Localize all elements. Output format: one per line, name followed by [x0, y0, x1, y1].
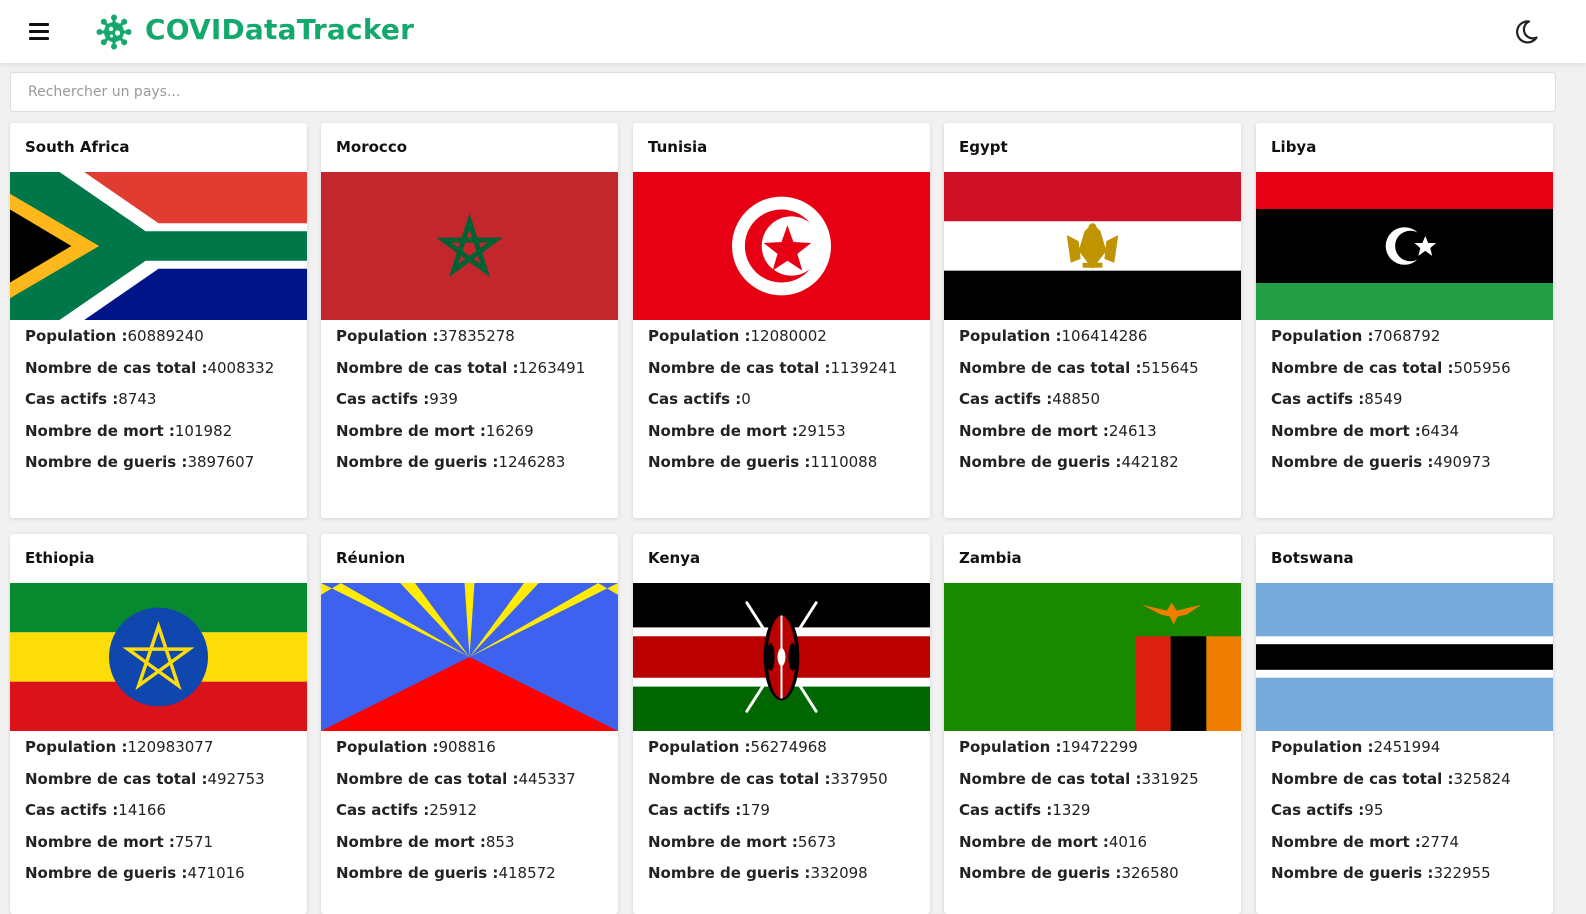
total-cases-stat: Nombre de cas total :505956 [1271, 358, 1511, 377]
deaths-stat: Nombre de mort :101982 [25, 421, 233, 440]
country-name: Egypt [959, 138, 1008, 156]
total-cases-stat: Nombre de cas total :325824 [1271, 769, 1511, 788]
country-name: South Africa [25, 138, 130, 156]
deaths-stat: Nombre de mort :29153 [648, 421, 846, 440]
total-cases-stat: Nombre de cas total :337950 [648, 769, 888, 788]
total-cases-stat: Nombre de cas total :331925 [959, 769, 1199, 788]
country-name: Morocco [336, 138, 408, 156]
recovered-stat: Nombre de gueris :326580 [959, 864, 1179, 883]
recovered-stat: Nombre de gueris :471016 [25, 864, 245, 883]
recovered-stat: Nombre de gueris :418572 [336, 864, 556, 883]
country-name: Botswana [1271, 549, 1354, 567]
country-name: Libya [1271, 138, 1317, 156]
active-cases-stat: Cas actifs :14166 [25, 801, 166, 820]
total-cases-stat: Nombre de cas total :1139241 [648, 358, 898, 377]
active-cases-stat: Cas actifs :8549 [1271, 390, 1403, 409]
recovered-stat: Nombre de gueris :442182 [959, 453, 1179, 472]
total-cases-stat: Nombre de cas total :492753 [25, 769, 265, 788]
deaths-stat: Nombre de mort :5673 [648, 832, 837, 851]
search-input[interactable] [10, 72, 1556, 112]
flag-ethiopia [10, 583, 307, 731]
population-stat: Population :106414286 [959, 327, 1148, 345]
flag-morocco [321, 172, 618, 320]
deaths-stat: Nombre de mort :7571 [25, 832, 214, 851]
deaths-stat: Nombre de mort :24613 [959, 421, 1157, 440]
flag-zambia [944, 583, 1241, 731]
population-stat: Population :60889240 [25, 327, 204, 345]
population-stat: Population :908816 [336, 738, 496, 756]
flag-reunion [321, 583, 618, 731]
flag-libya [1256, 172, 1553, 320]
flag-egypt [944, 172, 1241, 320]
flag-kenya [633, 583, 930, 731]
population-stat: Population :120983077 [25, 738, 214, 756]
recovered-stat: Nombre de gueris :1246283 [336, 453, 566, 472]
deaths-stat: Nombre de mort :6434 [1271, 421, 1460, 440]
flag-botswana [1256, 583, 1553, 731]
active-cases-stat: Cas actifs :939 [336, 390, 458, 409]
active-cases-stat: Cas actifs :179 [648, 801, 770, 820]
total-cases-stat: Nombre de cas total :515645 [959, 358, 1199, 377]
total-cases-stat: Nombre de cas total :445337 [336, 769, 576, 788]
active-cases-stat: Cas actifs :1329 [959, 801, 1091, 820]
country-card[interactable]: Botswana Population :2451994 Nombre de c… [1256, 534, 1553, 914]
active-cases-stat: Cas actifs :25912 [336, 801, 477, 820]
recovered-stat: Nombre de gueris :490973 [1271, 453, 1491, 472]
active-cases-stat: Cas actifs :0 [648, 390, 751, 409]
country-card[interactable]: Kenya Population :56274968 Nombre de cas… [633, 534, 930, 914]
population-stat: Population :7068792 [1271, 327, 1441, 345]
country-name: Zambia [959, 549, 1022, 567]
top-navbar: COVIDataTracker [0, 0, 1586, 63]
population-stat: Population :56274968 [648, 738, 827, 756]
deaths-stat: Nombre de mort :4016 [959, 832, 1148, 851]
population-stat: Population :37835278 [336, 327, 515, 345]
country-card[interactable]: Morocco Population :37835278 Nombre de c… [321, 123, 618, 518]
country-card[interactable]: South Africa Population :60889240 Nombre… [10, 123, 307, 518]
country-name: Tunisia [648, 138, 708, 156]
population-stat: Population :19472299 [959, 738, 1138, 756]
country-card[interactable]: Egypt Population :106414286 Nombre de ca… [944, 123, 1241, 518]
recovered-stat: Nombre de gueris :1110088 [648, 453, 878, 472]
recovered-stat: Nombre de gueris :332098 [648, 864, 868, 883]
population-stat: Population :2451994 [1271, 738, 1441, 756]
country-name: Réunion [336, 549, 406, 567]
virus-icon [96, 14, 132, 50]
deaths-stat: Nombre de mort :853 [336, 832, 515, 851]
recovered-stat: Nombre de gueris :322955 [1271, 864, 1491, 883]
country-card[interactable]: Réunion Population :908816 Nombre de cas… [321, 534, 618, 914]
total-cases-stat: Nombre de cas total :4008332 [25, 358, 275, 377]
app-title[interactable]: COVIDataTracker [145, 13, 414, 46]
total-cases-stat: Nombre de cas total :1263491 [336, 358, 586, 377]
recovered-stat: Nombre de gueris :3897607 [25, 453, 255, 472]
country-card[interactable]: Zambia Population :19472299 Nombre de ca… [944, 534, 1241, 914]
country-card[interactable]: Tunisia Population :12080002 Nombre de c… [633, 123, 930, 518]
country-card[interactable]: Ethiopia Population :120983077 Nombre de… [10, 534, 307, 914]
country-name: Ethiopia [25, 549, 95, 567]
deaths-stat: Nombre de mort :2774 [1271, 832, 1460, 851]
active-cases-stat: Cas actifs :48850 [959, 390, 1100, 409]
country-card[interactable]: Libya Population :7068792 Nombre de cas … [1256, 123, 1553, 518]
population-stat: Population :12080002 [648, 327, 827, 345]
flag-south-africa [10, 172, 307, 320]
flag-tunisia [633, 172, 930, 320]
deaths-stat: Nombre de mort :16269 [336, 421, 534, 440]
active-cases-stat: Cas actifs :95 [1271, 801, 1384, 820]
active-cases-stat: Cas actifs :8743 [25, 390, 157, 409]
country-name: Kenya [648, 549, 701, 567]
moon-icon[interactable] [1512, 18, 1540, 46]
hamburger-menu-icon[interactable] [26, 18, 54, 44]
